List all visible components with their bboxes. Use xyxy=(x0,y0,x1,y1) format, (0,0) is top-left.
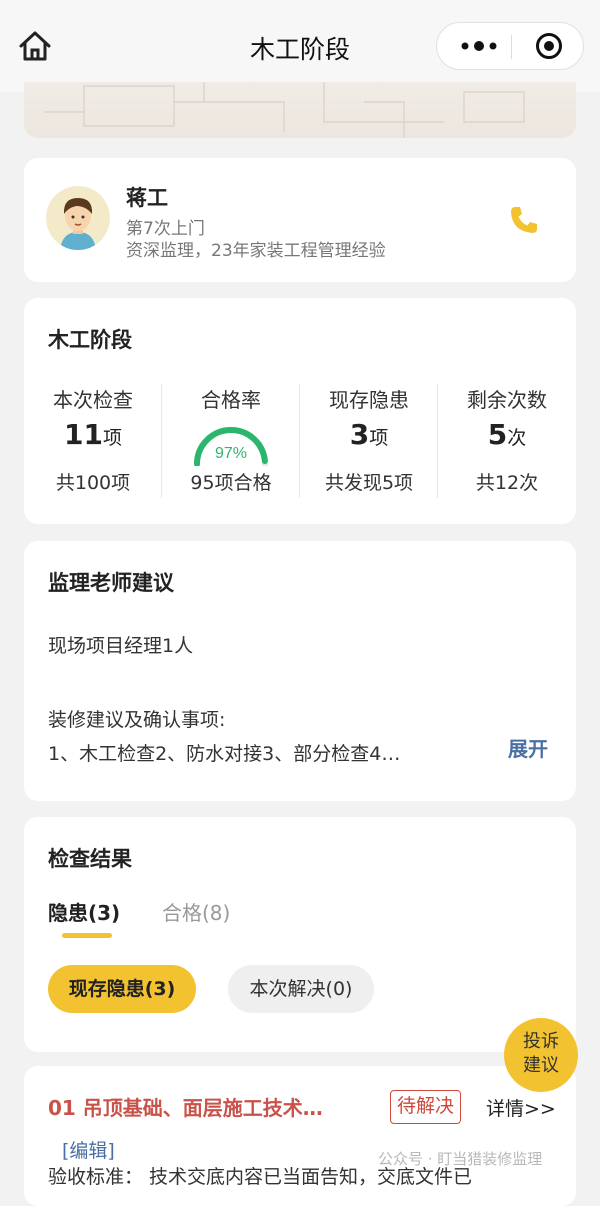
pass-rate-gauge: 97% xyxy=(194,427,268,466)
advice-line: 装修建议及确认事项: xyxy=(48,709,226,731)
pass-rate-text: 97% xyxy=(215,445,247,462)
inspector-card: 蒋工 第7次上门 资深监理，23年家装工程管理经验 xyxy=(24,158,576,282)
stat-value: 3项 xyxy=(349,418,389,451)
stat-label: 剩余次数 xyxy=(467,388,547,412)
stat-label: 本次检查 xyxy=(53,388,133,412)
phone-icon[interactable] xyxy=(508,204,540,236)
stat-checked: 本次检查 11项 共100项 xyxy=(24,384,162,504)
stat-sub: 共100项 xyxy=(55,472,131,494)
navigation-bar: 木工阶段 xyxy=(0,0,600,92)
advice-line: 现场项目经理1人 xyxy=(48,635,194,657)
detail-link[interactable]: 详情>> xyxy=(486,1094,556,1121)
mini-program-capsule xyxy=(436,22,584,70)
more-icon[interactable] xyxy=(459,35,499,57)
capsule-divider xyxy=(511,35,512,59)
stage-stats-card: 木工阶段 本次检查 11项 共100项 合格率 97% 95项合格 现存隐患 3… xyxy=(24,298,576,524)
results-card: 检查结果 隐患(3) 合格(8) 现存隐患(3) 本次解决(0) xyxy=(24,817,576,1052)
advice-title: 监理老师建议 xyxy=(48,571,174,595)
tab-hazards[interactable]: 隐患(3) xyxy=(48,897,120,926)
stat-hazards: 现存隐患 3项 共发现5项 xyxy=(300,384,438,504)
close-target-icon[interactable] xyxy=(535,32,563,60)
stat-sub: 共发现5项 xyxy=(324,472,414,494)
avatar xyxy=(46,186,110,250)
float-line: 投诉 xyxy=(523,1031,559,1052)
stat-label: 现存隐患 xyxy=(329,388,409,412)
inspector-description: 资深监理，23年家装工程管理经验 xyxy=(126,241,386,261)
blueprint-pattern xyxy=(44,82,525,138)
issue-card[interactable]: 01 吊顶基础、面层施工技术… 待解决 详情>> [编辑] 验收标准： 技术交底… xyxy=(24,1066,576,1206)
stat-value: 5次 xyxy=(487,418,527,451)
tab-passed[interactable]: 合格(8) xyxy=(162,897,230,926)
watermark: 公众号 · 盯当猎装修监理 xyxy=(378,1150,543,1168)
stat-sub: 共12次 xyxy=(475,472,539,494)
stat-value: 11项 xyxy=(64,418,122,451)
inspector-name: 蒋工 xyxy=(126,186,168,210)
complaint-suggestion-button[interactable]: 投诉 建议 xyxy=(504,1018,578,1092)
banner-image xyxy=(24,82,576,138)
float-line: 建议 xyxy=(523,1055,559,1076)
stat-label: 合格率 xyxy=(201,388,261,412)
filter-current-hazards[interactable]: 现存隐患(3) xyxy=(48,965,196,1013)
stat-remaining: 剩余次数 5次 共12次 xyxy=(438,384,576,504)
advice-line: 1、木工检查2、防水对接3、部分检查4… xyxy=(48,743,401,765)
advice-card: 监理老师建议 现场项目经理1人 装修建议及确认事项: 1、木工检查2、防水对接3… xyxy=(24,541,576,801)
active-tab-indicator xyxy=(62,933,112,938)
stat-pass-rate: 合格率 97% 95项合格 xyxy=(162,384,300,504)
status-badge: 待解决 xyxy=(390,1090,462,1124)
stage-title: 木工阶段 xyxy=(48,328,132,352)
filter-resolved[interactable]: 本次解决(0) xyxy=(228,965,374,1013)
issue-title: 01 吊顶基础、面层施工技术… xyxy=(48,1096,323,1120)
edit-link[interactable]: [编辑] xyxy=(62,1136,115,1163)
stat-sub: 95项合格 xyxy=(190,472,272,494)
results-title: 检查结果 xyxy=(48,847,132,871)
expand-link[interactable]: 展开 xyxy=(508,733,548,762)
